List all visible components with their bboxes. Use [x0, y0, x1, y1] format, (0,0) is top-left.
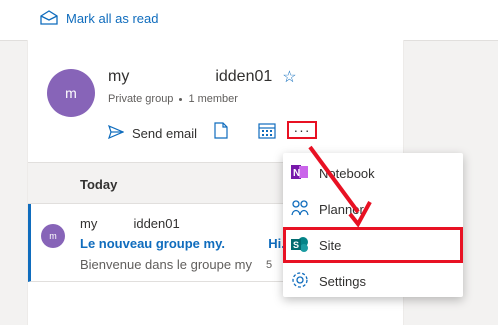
group-name-prefix: my: [108, 68, 130, 85]
envelope-open-icon: [40, 9, 58, 28]
send-email-label: Send email: [132, 125, 198, 141]
menu-item-label: Planner: [319, 201, 364, 217]
menu-item-planner[interactable]: Planner: [283, 191, 463, 227]
svg-text:S: S: [293, 240, 299, 250]
mark-all-as-read-button[interactable]: Mark all as read: [40, 9, 158, 28]
group-card: m my idden01 ☆ Private group 1 member Se…: [28, 40, 403, 163]
document-icon: [214, 122, 228, 144]
group-name: my idden01 ☆: [108, 67, 297, 87]
send-icon: [108, 124, 125, 142]
calendar-icon: [258, 122, 276, 144]
group-actions: Send email: [108, 122, 277, 144]
message-preview: Bienvenue dans le groupe my: [80, 257, 253, 272]
member-count: 1 member: [188, 93, 238, 105]
section-label: Today: [80, 177, 118, 192]
onenote-icon: N: [291, 163, 309, 184]
group-avatar: m: [47, 69, 95, 117]
message-sender: my idden01: [80, 216, 180, 231]
message-date: 5: [266, 259, 273, 271]
send-email-button[interactable]: Send email: [108, 124, 198, 142]
gear-icon: [291, 271, 309, 292]
group-meta: Private group 1 member: [108, 93, 238, 105]
menu-item-label: Settings: [319, 273, 366, 289]
group-type: Private group: [108, 93, 174, 105]
menu-item-site[interactable]: S Site: [283, 227, 463, 263]
mark-all-as-read-label: Mark all as read: [66, 11, 159, 26]
svg-text:N: N: [293, 168, 300, 179]
message-subject: Le nouveau groupe my. Hi..: [80, 236, 289, 251]
files-button[interactable]: [211, 122, 231, 144]
menu-item-settings[interactable]: Settings: [283, 263, 463, 299]
separator-dot: [179, 97, 183, 101]
sharepoint-icon: S: [291, 235, 309, 256]
favorite-star-icon[interactable]: ☆: [282, 67, 296, 87]
calendar-button[interactable]: [257, 123, 277, 143]
menu-item-label: Site: [319, 237, 342, 253]
planner-icon: [291, 199, 309, 220]
menu-item-label: Notebook: [319, 165, 375, 181]
sender-avatar: m: [41, 224, 65, 248]
more-options-menu: N Notebook Planner S Site Settings: [283, 153, 463, 297]
top-toolbar: Mark all as read: [0, 0, 498, 41]
group-name-suffix: idden01: [215, 68, 273, 85]
menu-item-notebook[interactable]: N Notebook: [283, 155, 463, 191]
redacted-region: [135, 69, 210, 85]
more-options-button[interactable]: ···: [287, 121, 317, 139]
